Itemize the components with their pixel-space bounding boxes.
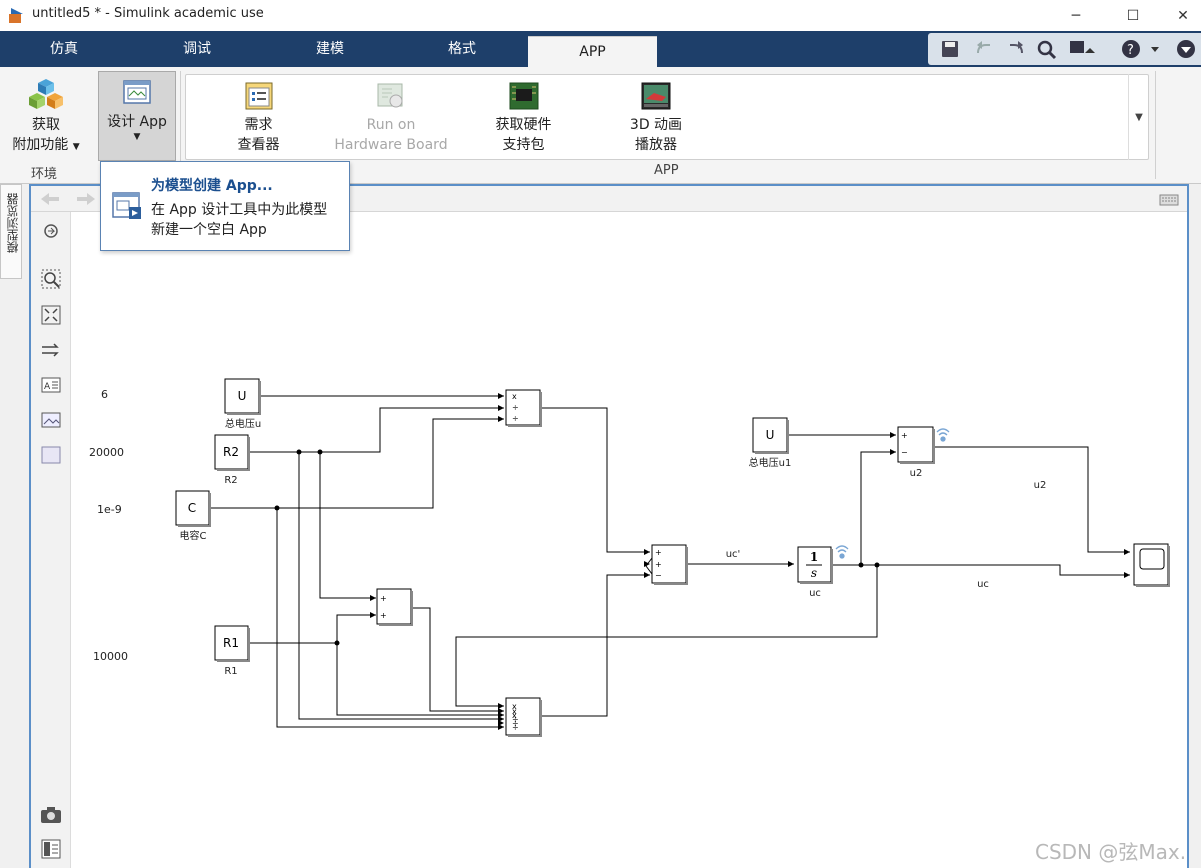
annotation-icon[interactable]: A: [40, 374, 62, 396]
expand-icon[interactable]: [1177, 40, 1195, 58]
shortcut-icon[interactable]: [1070, 41, 1095, 53]
zoom-icon[interactable]: [40, 268, 62, 290]
get-addons-line1: 获取: [32, 117, 60, 133]
create-app-heading[interactable]: 为模型创建 App...: [151, 175, 273, 195]
gallery-item-label-1: 需求: [244, 117, 273, 133]
back-arrow-icon[interactable]: [41, 193, 59, 205]
gallery-item-run-on-hardware: Run on Hardware Board: [326, 81, 456, 155]
minimize-button[interactable]: ─: [1053, 0, 1099, 31]
description-line: 新建一个空白 App: [151, 222, 267, 238]
undo-icon[interactable]: [977, 41, 990, 54]
svg-text:?: ?: [1127, 43, 1134, 58]
fit-to-view-icon[interactable]: [40, 304, 62, 326]
gallery-item-3d-animation[interactable]: 3D 动画 播放器: [616, 81, 696, 155]
chevron-down-icon: ▼: [133, 132, 141, 142]
gallery-expand-button[interactable]: ▼: [1128, 74, 1149, 160]
model-browser-tab[interactable]: 模型浏览器: [0, 184, 22, 279]
simulink-app-icon: [9, 8, 23, 23]
create-app-icon[interactable]: [111, 190, 143, 222]
get-addons-button[interactable]: 获取 附加功能 ▼: [5, 77, 87, 157]
save-icon[interactable]: [942, 41, 958, 57]
requirements-icon: [245, 82, 272, 110]
get-addons-line2: 附加功能 ▼: [12, 137, 80, 153]
help-icon[interactable]: ?: [1122, 40, 1159, 58]
close-button[interactable]: ✕: [1160, 0, 1201, 31]
svg-text:A: A: [44, 382, 51, 392]
model-editor: A: [29, 184, 1189, 868]
gallery-item-label-2: Hardware Board: [334, 137, 448, 153]
gallery-item-label-2: 查看器: [237, 137, 280, 153]
section-app: APP: [654, 163, 679, 178]
gallery-item-label-1: 3D 动画: [629, 117, 683, 133]
gallery-item-label-1: Run on: [366, 117, 416, 133]
maximize-button[interactable]: ☐: [1110, 0, 1156, 31]
support-package-icon: [509, 82, 538, 110]
addons-icon: [29, 79, 63, 109]
model-browser-label: 模型浏览器: [6, 193, 20, 253]
editor-left-toolbar: A: [31, 212, 71, 868]
hide-show-icon[interactable]: [40, 220, 62, 242]
gallery-item-hardware-support[interactable]: 获取硬件 支持包: [481, 81, 566, 155]
gallery-item-requirements[interactable]: 需求 查看器: [216, 81, 301, 155]
gallery-item-label-1: 获取硬件: [495, 117, 552, 133]
design-app-button[interactable]: 设计 App ▼: [98, 71, 176, 161]
signal-arrows-icon[interactable]: [40, 339, 62, 361]
camera-icon[interactable]: [40, 804, 62, 826]
section-environment: 环境: [31, 167, 58, 182]
tab-format[interactable]: 格式: [402, 31, 522, 67]
window-title: untitled5 * - Simulink academic use: [32, 6, 264, 21]
vertical-scrollbar[interactable]: [1190, 184, 1201, 868]
hardware-board-icon: [377, 83, 403, 108]
quick-access-toolbar: ?: [928, 33, 1201, 65]
image-icon[interactable]: [40, 409, 62, 431]
section-divider: [1155, 71, 1156, 179]
chevron-down-icon: ▼: [72, 142, 80, 152]
design-app-label: 设计 App: [107, 114, 167, 130]
tab-simulation[interactable]: 仿真: [4, 31, 124, 67]
app-gallery: 需求 查看器 Run on Hardware Board 获取硬件 支持包 3D…: [185, 74, 1149, 160]
app-designer-icon: [123, 80, 151, 104]
gallery-item-label-2: 支持包: [502, 137, 545, 153]
watermark: CSDN @弦Max.: [1035, 840, 1187, 864]
create-app-description: 在 App 设计工具中为此模型 新建一个空白 App: [151, 200, 346, 240]
design-app-dropdown: 为模型创建 App... 在 App 设计工具中为此模型 新建一个空白 App: [100, 161, 350, 251]
chevron-down-icon: ▼: [1135, 111, 1143, 123]
gallery-item-label-2: 播放器: [635, 137, 677, 153]
forward-arrow-icon[interactable]: [77, 193, 95, 205]
3d-animation-icon: [641, 82, 671, 110]
keyboard-icon[interactable]: [1159, 194, 1179, 206]
search-icon[interactable]: [1037, 40, 1057, 60]
tab-debug[interactable]: 调试: [137, 31, 257, 67]
tab-modeling[interactable]: 建模: [270, 31, 390, 67]
description-line: 在 App 设计工具中为此模型: [151, 202, 328, 218]
title-bar: untitled5 * - Simulink academic use ─ ☐ …: [0, 0, 1201, 31]
redo-icon[interactable]: [1010, 41, 1023, 54]
area-icon[interactable]: [40, 444, 62, 466]
tab-app[interactable]: APP: [528, 36, 657, 67]
property-inspector-icon[interactable]: [40, 838, 62, 860]
